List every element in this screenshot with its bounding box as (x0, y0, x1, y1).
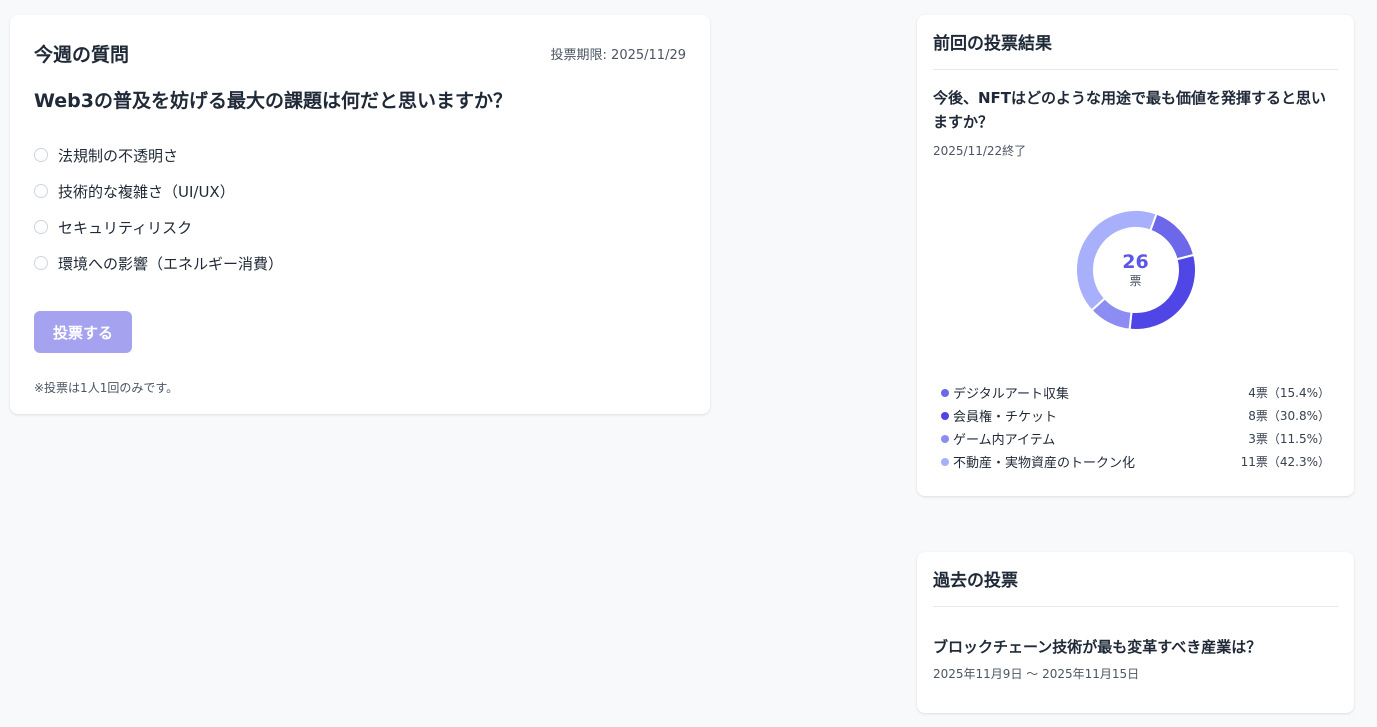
current-poll-header: 今週の質問 投票期限: 2025/11/29 (34, 39, 686, 67)
radio-button[interactable] (34, 220, 48, 234)
previous-results-card: 前回の投票結果 今後、NFTはどのような用途で最も価値を発揮すると思いますか？ … (917, 15, 1354, 496)
poll-option-label: 法規制の不透明さ (58, 146, 179, 165)
poll-option-label: 環境への影響（エネルギー消費） (58, 254, 284, 273)
legend-row: デジタルアート収集 4票（15.4%） (941, 381, 1330, 404)
legend-row: 会員権・チケット 8票（30.8%） (941, 404, 1330, 427)
total-votes-unit: 票 (1129, 274, 1142, 288)
past-poll-item[interactable]: ブロックチェーン技術が最も変革すべき産業は？ 2025年11月9日 〜 2025… (933, 635, 1338, 682)
legend-dot (941, 434, 949, 443)
vote-deadline: 投票期限: 2025/11/29 (550, 47, 686, 63)
donut-center: 26 票 (1071, 205, 1201, 335)
vote-button[interactable]: 投票する (34, 311, 132, 353)
legend-dot (941, 411, 949, 420)
legend-dot (941, 388, 949, 397)
vote-note: ※投票は1人1回のみです。 (34, 381, 179, 395)
legend-row: 不動産・実物資産のトークン化 11票（42.3%） (941, 450, 1330, 473)
past-polls-card: 過去の投票 ブロックチェーン技術が最も変革すべき産業は？ 2025年11月9日 … (917, 552, 1354, 713)
poll-option-1[interactable]: 法規制の不透明さ (34, 137, 686, 173)
legend-value: 3票（11.5%） (1248, 432, 1330, 446)
legend-value: 4票（15.4%） (1248, 386, 1330, 400)
poll-question: Web3の普及を妨げる最大の課題は何だと思いますか？ (34, 90, 512, 112)
legend-label: 不動産・実物資産のトークン化 (953, 456, 1136, 471)
legend-value: 11票（42.3%） (1240, 455, 1330, 469)
previous-poll-question: 今後、NFTはどのような用途で最も価値を発揮すると思いますか？ (933, 89, 1327, 131)
poll-option-label: 技術的な複雑さ（UI/UX） (58, 182, 235, 201)
legend-value: 8票（30.8%） (1248, 409, 1330, 423)
results-legend: デジタルアート収集 4票（15.4%） 会員権・チケット 8票（30.8%） ゲ… (933, 381, 1338, 473)
previous-poll-end-date: 2025/11/22終了 (933, 144, 1027, 158)
past-poll-title: ブロックチェーン技術が最も変革すべき産業は？ (933, 638, 1262, 656)
poll-option-4[interactable]: 環境への影響（エネルギー消費） (34, 245, 686, 281)
poll-option-label: セキュリティリスク (58, 218, 193, 237)
legend-label: デジタルアート収集 (953, 387, 1069, 402)
poll-options: 法規制の不透明さ 技術的な複雑さ（UI/UX） セキュリティリスク 環境への影響… (34, 137, 686, 281)
total-votes: 26 (1122, 251, 1149, 273)
radio-button[interactable] (34, 256, 48, 270)
past-polls-heading: 過去の投票 (933, 568, 1338, 607)
previous-results-heading: 前回の投票結果 (933, 31, 1338, 70)
radio-button[interactable] (34, 148, 48, 162)
legend-label: ゲーム内アイテム (953, 433, 1056, 448)
legend-label: 会員権・チケット (953, 410, 1058, 425)
poll-option-3[interactable]: セキュリティリスク (34, 209, 686, 245)
current-poll-card: 今週の質問 投票期限: 2025/11/29 Web3の普及を妨げる最大の課題は… (10, 15, 710, 414)
results-donut-chart: 26 票 (1071, 205, 1201, 335)
legend-row: ゲーム内アイテム 3票（11.5%） (941, 427, 1330, 450)
radio-button[interactable] (34, 184, 48, 198)
poll-option-2[interactable]: 技術的な複雑さ（UI/UX） (34, 173, 686, 209)
past-poll-date-range: 2025年11月9日 〜 2025年11月15日 (933, 667, 1140, 681)
legend-dot (941, 457, 949, 466)
current-poll-title: 今週の質問 (34, 43, 130, 66)
